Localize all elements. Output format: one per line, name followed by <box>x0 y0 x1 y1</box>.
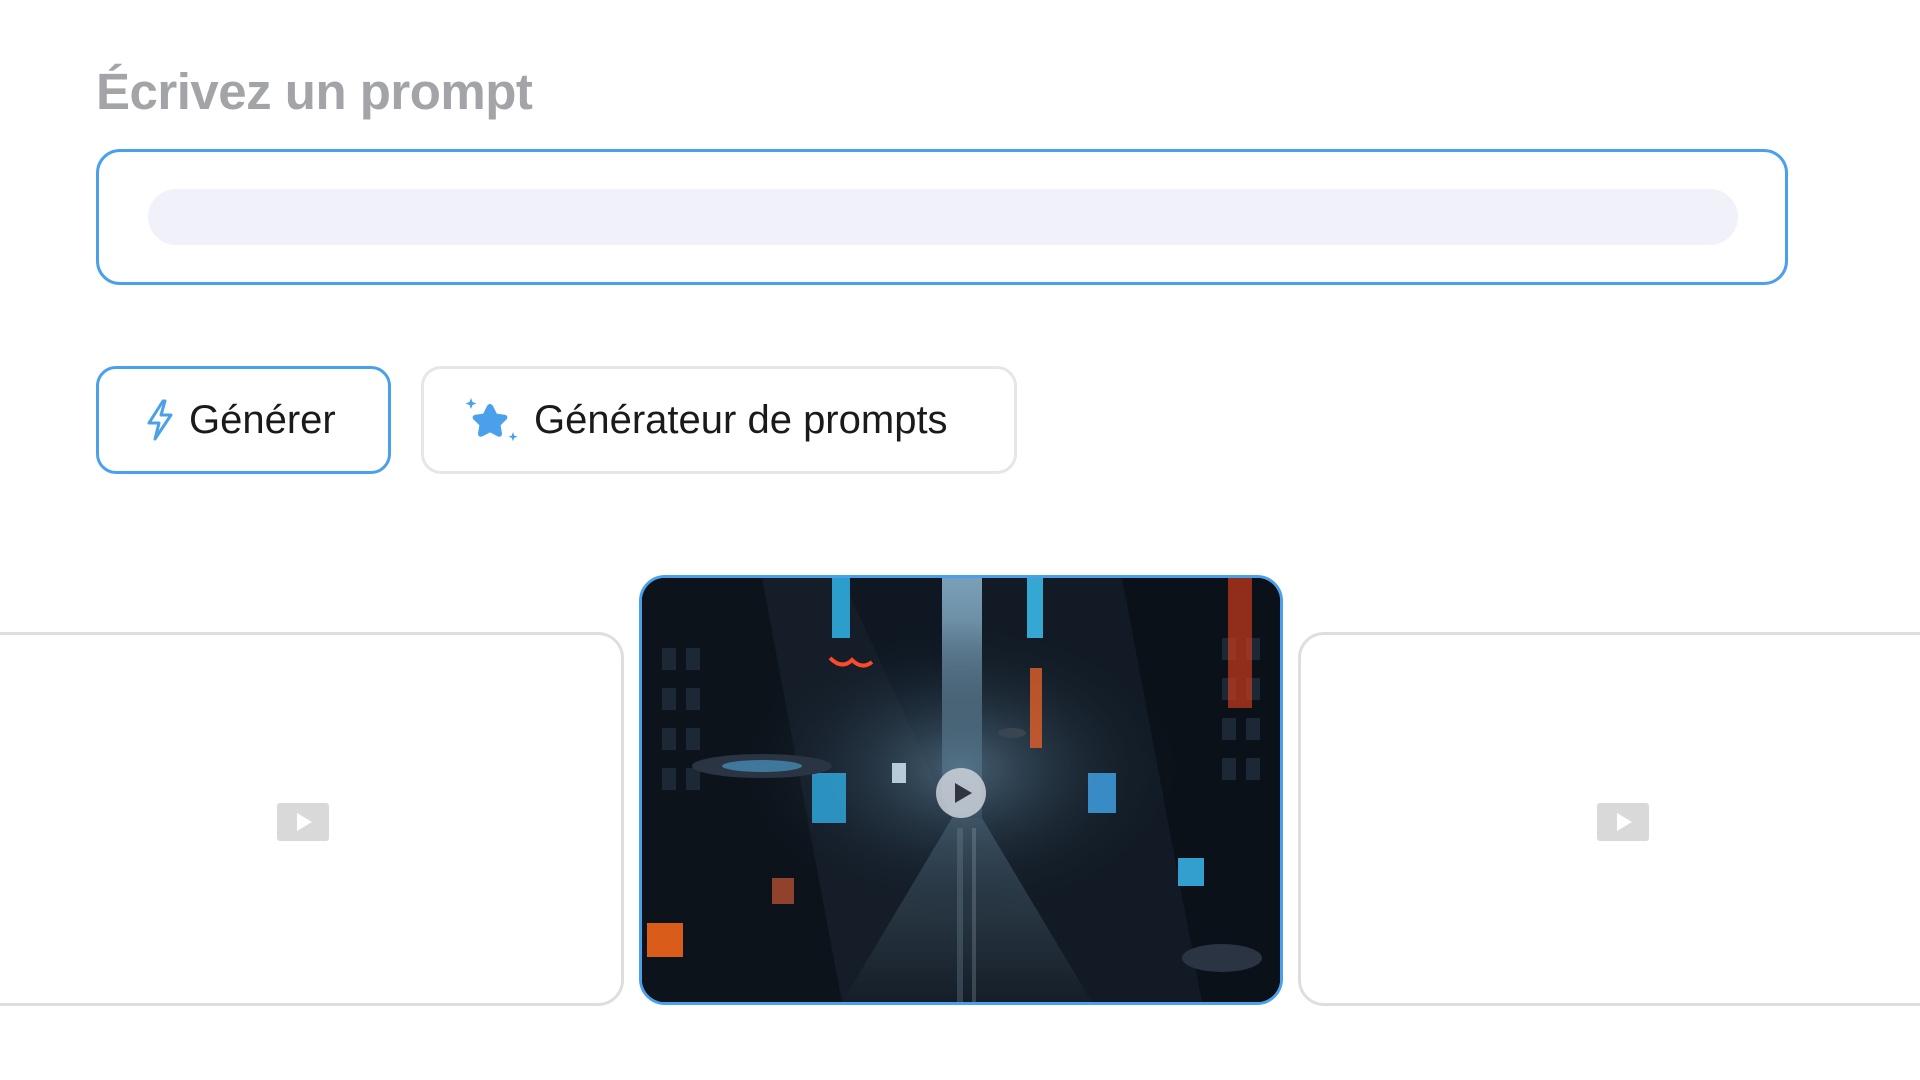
play-icon[interactable] <box>936 768 986 818</box>
video-placeholder-icon <box>277 803 329 841</box>
video-placeholder-icon <box>1597 803 1649 841</box>
video-card-placeholder[interactable] <box>0 632 624 1006</box>
prompt-box[interactable] <box>96 149 1788 285</box>
prompt-title: Écrivez un prompt <box>96 63 533 120</box>
video-card-placeholder[interactable] <box>1298 632 1920 1006</box>
generate-button-label: Générer <box>189 397 336 442</box>
lightning-icon <box>145 399 175 441</box>
prompt-input[interactable] <box>148 189 1738 245</box>
prompt-generator-button-label: Générateur de prompts <box>534 397 948 442</box>
prompt-generator-button[interactable]: Générateur de prompts <box>421 366 1017 474</box>
generate-button[interactable]: Générer <box>96 366 391 474</box>
sparkle-star-icon <box>464 394 520 446</box>
video-card-selected[interactable] <box>639 575 1283 1005</box>
page: Écrivez un prompt Générer Générateur de … <box>0 0 1920 1080</box>
